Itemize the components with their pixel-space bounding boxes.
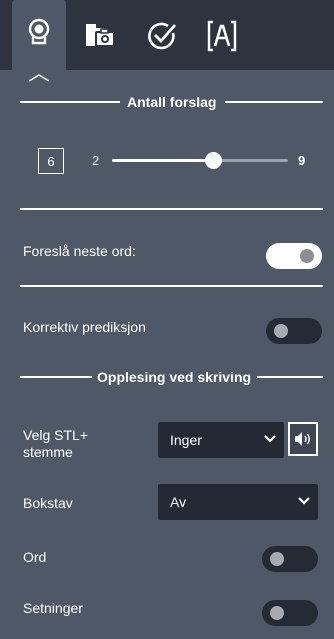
divider xyxy=(20,101,120,103)
toggle-knob xyxy=(300,249,314,263)
divider xyxy=(20,208,323,210)
word-label: Ord xyxy=(23,549,47,565)
slider-fill xyxy=(112,159,213,162)
section-title-reading: Opplesing ved skriving xyxy=(97,369,252,385)
speaker-icon xyxy=(295,432,310,446)
toggle-knob xyxy=(270,552,284,566)
voice-select-value: Inger xyxy=(170,432,202,448)
voice-label-line2: stemme xyxy=(23,444,73,460)
corrective-prediction-label: Korrektiv prediksjon xyxy=(23,319,146,335)
next-word-toggle[interactable] xyxy=(266,243,322,269)
suggestion-count-slider[interactable] xyxy=(112,152,288,169)
toggle-knob xyxy=(274,324,288,338)
speech-head-icon xyxy=(28,18,50,45)
slider-max-label: 9 xyxy=(298,153,306,168)
next-word-label: Foreslå neste ord: xyxy=(23,243,136,259)
tab-prediction[interactable] xyxy=(12,0,66,82)
suggestion-count-value: 6 xyxy=(38,148,64,174)
chevron-down-icon xyxy=(298,497,310,505)
letter-select-value: Av xyxy=(170,494,187,510)
voice-label-line1: Velg STL+ xyxy=(23,427,88,443)
divider xyxy=(20,285,323,287)
divider xyxy=(20,376,92,378)
divider xyxy=(257,376,323,378)
tab-spellcheck[interactable] xyxy=(140,0,184,70)
chevron-down-icon xyxy=(264,435,276,443)
slider-min-label: 2 xyxy=(92,153,100,168)
tab-bar xyxy=(0,0,334,82)
checkmark-circle-icon xyxy=(148,22,177,50)
voice-select[interactable]: Inger xyxy=(158,422,284,458)
tab-text[interactable] xyxy=(200,0,244,70)
sentence-label: Setninger xyxy=(23,600,83,616)
play-voice-button[interactable] xyxy=(288,422,318,456)
text-box-icon xyxy=(207,20,237,52)
camera-folder-icon xyxy=(86,24,115,47)
tab-scanning[interactable] xyxy=(78,0,122,70)
sentence-toggle[interactable] xyxy=(262,600,318,626)
settings-panel: Antall forslag 6 2 9 Foreslå neste ord: … xyxy=(0,70,334,639)
letter-label: Bokstav xyxy=(23,495,73,511)
slider-thumb[interactable] xyxy=(204,152,222,169)
toggle-knob xyxy=(270,606,284,620)
divider xyxy=(225,101,323,103)
word-toggle[interactable] xyxy=(262,546,318,572)
section-title-suggestions: Antall forslag xyxy=(127,94,217,110)
corrective-prediction-toggle[interactable] xyxy=(266,318,322,344)
letter-select[interactable]: Av xyxy=(158,484,318,520)
